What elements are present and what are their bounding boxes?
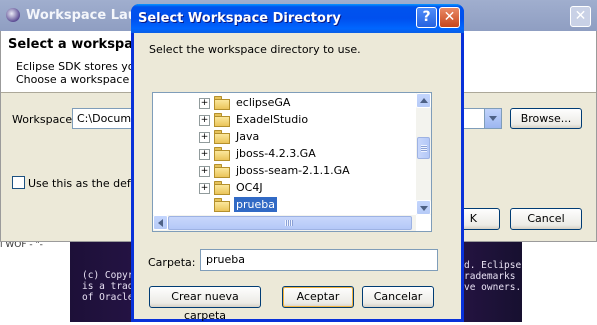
- folder-icon: [214, 181, 230, 195]
- tree-item-label: prueba: [234, 197, 277, 212]
- tree-item-label: eclipseGA: [236, 96, 291, 109]
- scroll-down-button[interactable]: [416, 200, 431, 215]
- dialog-close-button[interactable]: ✕: [439, 7, 460, 28]
- chevron-down-icon[interactable]: [484, 109, 501, 128]
- dialog-message: Select the workspace directory to use.: [149, 43, 361, 56]
- folder-icon: [214, 130, 230, 144]
- tree-item[interactable]: + jboss-seam-2.1.1.GA: [153, 162, 423, 179]
- tree-item[interactable]: + ExadelStudio: [153, 111, 423, 128]
- tree-item-label: ExadelStudio: [236, 113, 309, 126]
- folder-icon: [214, 113, 230, 127]
- splash-copyright-right: d. Eclipse rademarks ve owners.: [464, 260, 522, 293]
- folder-name-input[interactable]: prueba: [200, 249, 438, 271]
- help-button[interactable]: ?: [416, 7, 437, 28]
- accept-button[interactable]: Aceptar: [282, 286, 354, 308]
- tree-item[interactable]: + OC4J: [153, 179, 423, 196]
- folder-icon: [214, 164, 230, 178]
- folder-tree[interactable]: + eclipseGA + ExadelStudio + Java + jboss-4.2.3…: [152, 92, 432, 232]
- tree-item[interactable]: + eclipseGA: [153, 94, 423, 111]
- folder-icon: [214, 198, 230, 212]
- expand-icon[interactable]: +: [199, 132, 210, 143]
- tree-item-label: OC4J: [236, 181, 263, 194]
- folder-name-label: Carpeta:: [148, 256, 196, 269]
- launcher-header-description: Eclipse SDK stores your Choose a workspa…: [16, 60, 146, 86]
- vertical-scroll-thumb[interactable]: [417, 137, 430, 159]
- eclipse-icon: [6, 8, 20, 22]
- default-workspace-label: Use this as the defau: [28, 177, 145, 190]
- tree-item-label: Java: [236, 130, 260, 143]
- dialog-title: Select Workspace Directory: [138, 11, 341, 26]
- scroll-up-button[interactable]: [416, 93, 431, 108]
- default-workspace-checkbox[interactable]: [12, 176, 25, 189]
- folder-icon: [214, 96, 230, 110]
- browse-button[interactable]: Browse...: [510, 108, 582, 129]
- tree-item[interactable]: + jboss-4.2.3.GA: [153, 145, 423, 162]
- scroll-left-button[interactable]: [153, 215, 168, 230]
- launcher-header-title: Select a workspace: [8, 37, 150, 52]
- workspace-label: Workspace:: [12, 113, 76, 126]
- expand-icon[interactable]: +: [199, 166, 210, 177]
- launcher-cancel-button[interactable]: Cancel: [510, 208, 582, 230]
- tree-item[interactable]: prueba: [153, 196, 423, 213]
- launcher-close-button[interactable]: ✕: [570, 6, 591, 27]
- tree-item-label: jboss-4.2.3.GA: [236, 147, 316, 160]
- tree-item-label: jboss-seam-2.1.1.GA: [236, 164, 350, 177]
- folder-icon: [214, 147, 230, 161]
- create-folder-button[interactable]: Crear nueva carpeta: [149, 286, 261, 322]
- expand-icon[interactable]: +: [199, 183, 210, 194]
- expand-icon[interactable]: +: [199, 98, 210, 109]
- expand-icon[interactable]: +: [199, 149, 210, 160]
- expand-icon[interactable]: +: [199, 115, 210, 126]
- horizontal-scroll-thumb[interactable]: [168, 216, 412, 230]
- tree-item[interactable]: + Java: [153, 128, 423, 145]
- cancel-button[interactable]: Cancelar: [362, 286, 434, 308]
